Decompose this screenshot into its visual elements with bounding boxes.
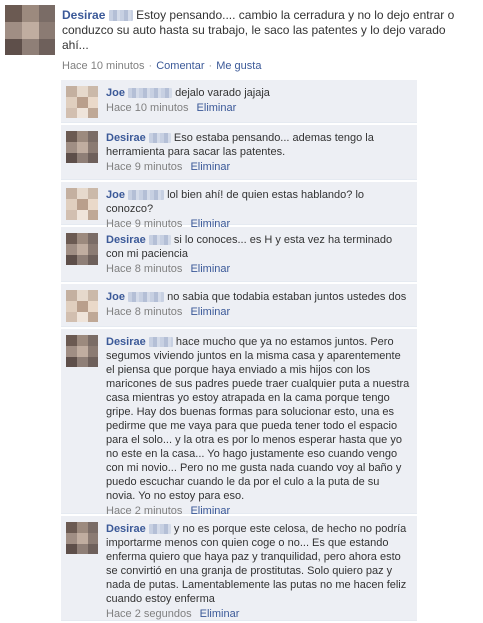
comment-author[interactable]: Joe [106, 189, 125, 201]
comment-meta: Hace 8 minutos Eliminar [106, 262, 411, 276]
comment-text: hace mucho que ya no estamos juntos. Per… [106, 336, 410, 502]
comment-item: Desirae hace mucho que ya no estamos jun… [61, 329, 417, 517]
desirae-avatar[interactable] [66, 233, 98, 265]
like-link[interactable]: Me gusta [216, 60, 261, 72]
delete-comment-link[interactable]: Eliminar [197, 102, 237, 114]
comment-item: Desirae y no es porque este celosa, de h… [61, 516, 417, 621]
comment-item: Joe lol bien ahí! de quien estas habland… [61, 182, 417, 230]
comment-item: Joe no sabia que todabia estaban juntos … [61, 284, 417, 327]
post-author-name[interactable]: Desirae [62, 8, 105, 22]
redacted-surname [128, 190, 165, 201]
desirae-avatar[interactable] [5, 5, 55, 55]
redacted-surname [128, 292, 165, 303]
desirae-avatar[interactable] [66, 335, 98, 367]
comment-timestamp: Hace 2 segundos [106, 608, 192, 620]
comment-text-block: Joe dejalo varado jajaja Hace 10 minutos… [106, 86, 411, 115]
comment-author[interactable]: Desirae [106, 336, 146, 348]
comment-author[interactable]: Joe [106, 87, 125, 99]
comment-text-block: Desirae hace mucho que ya no estamos jun… [106, 335, 411, 518]
post-timestamp: Hace 10 minutos [62, 60, 145, 72]
delete-comment-link[interactable]: Eliminar [190, 263, 230, 275]
comment-author[interactable]: Desirae [106, 234, 146, 246]
comment-text: no sabia que todabia estaban juntos uste… [167, 291, 407, 303]
comment-text-block: Joe no sabia que todabia estaban juntos … [106, 290, 411, 319]
joe-avatar[interactable] [66, 86, 98, 118]
joe-avatar[interactable] [66, 188, 98, 220]
post-body: Desirae Estoy pensando.... cambio la cer… [62, 8, 475, 74]
delete-comment-link[interactable]: Eliminar [190, 161, 230, 173]
desirae-avatar[interactable] [66, 522, 98, 554]
comment-text-block: Desirae Eso estaba pensando... ademas te… [106, 131, 411, 174]
redacted-surname [148, 133, 171, 144]
comment-timestamp: Hace 10 minutos [106, 102, 189, 114]
comment-text-block: Joe lol bien ahí! de quien estas habland… [106, 188, 411, 231]
comment-item: Desirae si lo conoces... es H y esta vez… [61, 227, 417, 282]
post-meta: Hace 10 minutos · Comentar · Me gusta [62, 60, 262, 72]
redacted-surname [108, 10, 133, 22]
comment-meta: Hace 8 minutos Eliminar [106, 305, 411, 319]
joe-avatar[interactable] [66, 290, 98, 322]
comment-item: Desirae Eso estaba pensando... ademas te… [61, 125, 417, 180]
comment-text: dejalo varado jajaja [175, 87, 270, 99]
comment-timestamp: Hace 8 minutos [106, 263, 183, 275]
delete-comment-link[interactable]: Eliminar [200, 608, 240, 620]
comment-timestamp: Hace 9 minutos [106, 161, 183, 173]
comment-link[interactable]: Comentar [156, 60, 204, 72]
comment-item: Joe dejalo varado jajaja Hace 10 minutos… [61, 80, 417, 123]
comment-text: y no es porque este celosa, de hecho no … [106, 523, 407, 605]
redacted-surname [128, 88, 173, 99]
comment-meta: Hace 9 minutos Eliminar [106, 160, 411, 174]
comment-timestamp: Hace 8 minutos [106, 306, 183, 318]
comment-text: Eso estaba pensando... ademas tengo la h… [106, 132, 374, 158]
comment-text-block: Desirae si lo conoces... es H y esta vez… [106, 233, 411, 276]
comment-author[interactable]: Desirae [106, 132, 146, 144]
redacted-surname [148, 235, 171, 246]
delete-comment-link[interactable]: Eliminar [190, 306, 230, 318]
comment-author[interactable]: Desirae [106, 523, 146, 535]
desirae-avatar[interactable] [66, 131, 98, 163]
comment-meta: Hace 2 segundos Eliminar [106, 607, 411, 621]
redacted-surname [148, 524, 171, 535]
comment-text-block: Desirae y no es porque este celosa, de h… [106, 522, 411, 621]
comment-meta: Hace 10 minutos Eliminar [106, 101, 411, 115]
comment-author[interactable]: Joe [106, 291, 125, 303]
redacted-surname [148, 337, 173, 348]
